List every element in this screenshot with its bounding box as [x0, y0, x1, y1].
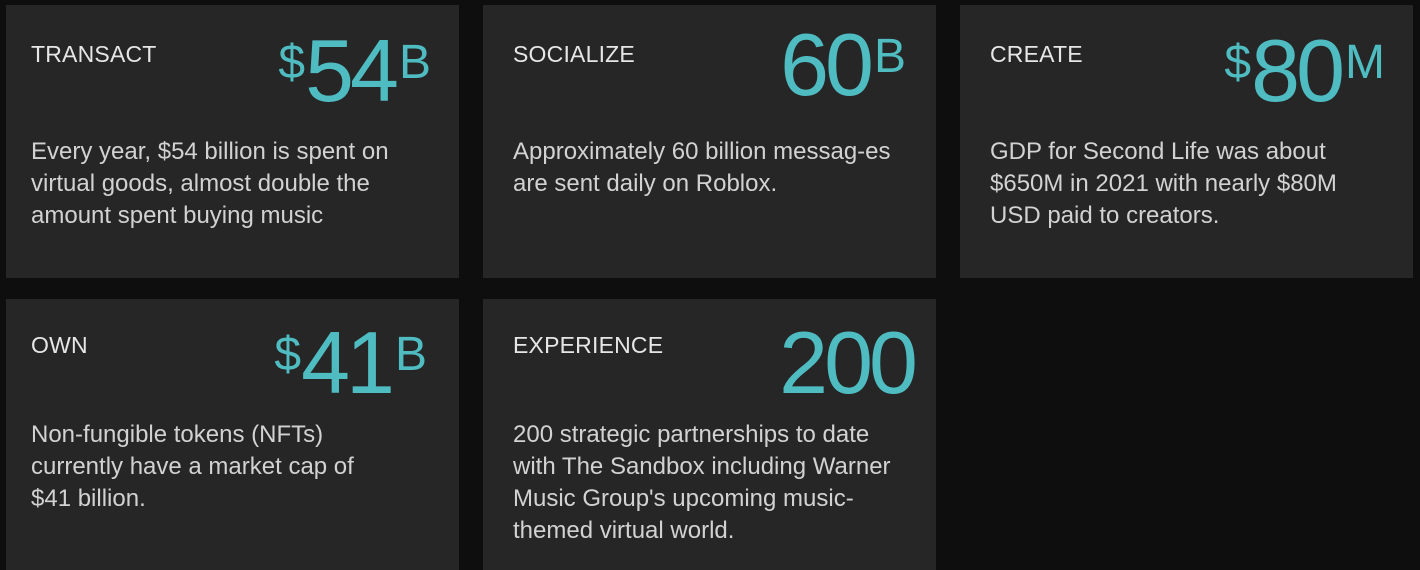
card-label: TRANSACT — [31, 41, 157, 67]
card-description: Every year, $54 billion is spent on virt… — [31, 138, 389, 229]
stat-suffix: B — [394, 328, 427, 381]
stat-card-own: OWN $ 41 B Non-fungible tokens (NFTs) cu… — [6, 299, 459, 570]
stat-value: 80 — [1251, 21, 1345, 120]
card-description: GDP for Second Life was about $650M in 2… — [990, 138, 1337, 229]
stat-card-experience: EXPERIENCE 200 200 strategic partnership… — [483, 299, 936, 570]
stat-suffix: B — [873, 30, 906, 83]
card-label: CREATE — [990, 41, 1083, 67]
card-label: OWN — [31, 332, 88, 358]
card-label: EXPERIENCE — [513, 332, 664, 358]
stat-figure: $ 80 M — [1224, 27, 1385, 115]
stat-prefix: $ — [1224, 36, 1252, 89]
card-description: Non-fungible tokens (NFTs) currently hav… — [31, 421, 354, 512]
stat-value: 200 — [779, 313, 918, 412]
stat-value: 60 — [780, 15, 874, 114]
card-description: Approximately 60 billion messag-es are s… — [513, 138, 891, 197]
stat-card-transact: TRANSACT $ 54 B Every year, $54 billion … — [6, 5, 459, 278]
stat-card-create: CREATE $ 80 M GDP for Second Life was ab… — [960, 5, 1413, 278]
stat-suffix: M — [1345, 36, 1385, 89]
card-label: SOCIALIZE — [513, 41, 635, 67]
stat-prefix: $ — [274, 328, 302, 381]
stat-value: 41 — [301, 313, 395, 412]
stat-figure: $ 41 B — [274, 319, 427, 407]
stat-prefix: $ — [278, 36, 306, 89]
card-description: 200 strategic partnerships to date with … — [513, 421, 891, 544]
stat-figure: $ 54 B — [278, 27, 431, 115]
stat-figure: 60 B — [780, 21, 906, 109]
stat-value: 54 — [305, 21, 399, 120]
stat-figure: 200 — [779, 319, 918, 407]
stat-suffix: B — [398, 36, 431, 89]
stat-card-socialize: SOCIALIZE 60 B Approximately 60 billion … — [483, 5, 936, 278]
